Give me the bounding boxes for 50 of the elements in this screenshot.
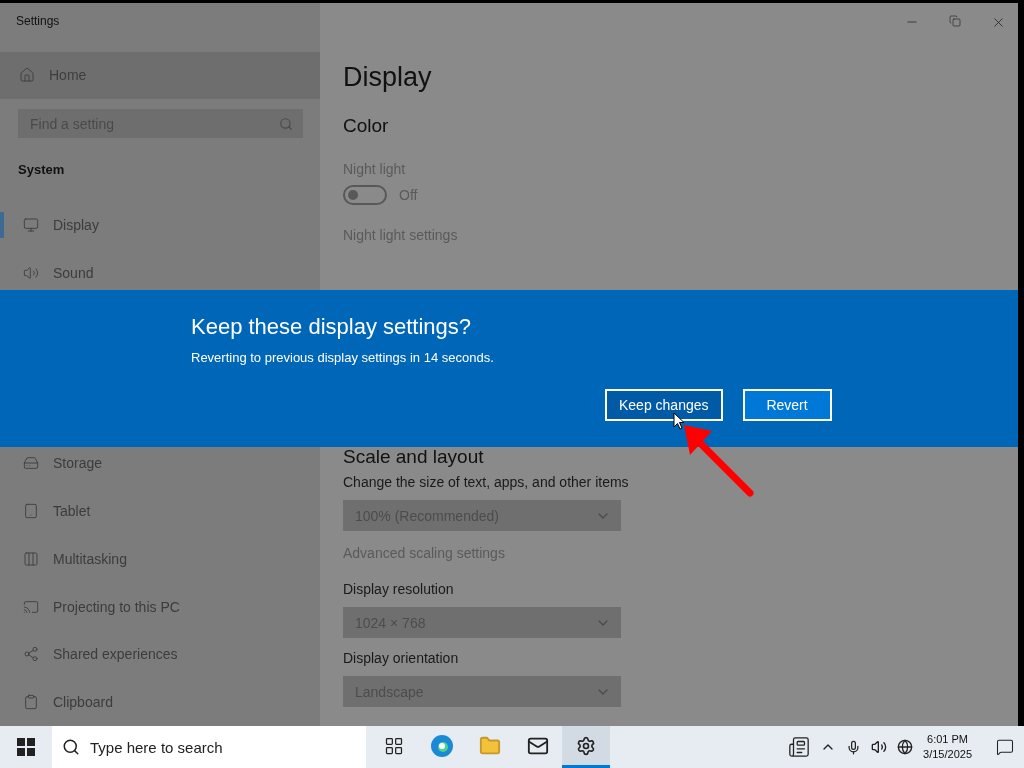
banner-button[interactable]: Keep changes bbox=[605, 389, 723, 421]
task-view-icon bbox=[384, 735, 404, 756]
item-icon bbox=[23, 694, 39, 711]
dropdown-label: Display orientation bbox=[343, 650, 460, 666]
search-icon bbox=[62, 738, 80, 756]
sidebar-item[interactable]: Projecting to this PC bbox=[0, 593, 320, 620]
home-icon bbox=[19, 67, 35, 84]
banner-title: Keep these display settings? bbox=[191, 314, 473, 340]
banner-message: Reverting to previous display settings in 14 seconds. bbox=[191, 350, 495, 365]
volume-icon[interactable] bbox=[871, 739, 888, 755]
news-icon[interactable] bbox=[788, 736, 811, 758]
notifications-icon[interactable] bbox=[996, 738, 1014, 756]
page-title: Display bbox=[343, 62, 433, 93]
clock[interactable]: 6:01 PM 3/15/2025 bbox=[923, 732, 972, 762]
dropdown-label: Change the size of text, apps, and other items bbox=[343, 474, 630, 490]
item-icon bbox=[23, 550, 39, 567]
close-icon bbox=[991, 15, 1006, 30]
windows-logo-icon bbox=[17, 738, 35, 756]
section-heading: Scale and layout bbox=[343, 446, 485, 468]
globe-icon[interactable] bbox=[897, 739, 914, 755]
section-heading: Color bbox=[343, 115, 390, 137]
item-icon bbox=[23, 646, 39, 663]
sidebar-item[interactable]: Shared experiences bbox=[0, 641, 320, 668]
taskbar-app-button[interactable] bbox=[562, 726, 610, 768]
restore-icon bbox=[949, 15, 961, 27]
sidebar-item[interactable]: Tablet bbox=[0, 498, 320, 525]
night-light-toggle[interactable] bbox=[343, 185, 387, 205]
mouse-pointer-icon bbox=[673, 412, 685, 430]
clock-time: 6:01 PM bbox=[927, 732, 968, 747]
taskbar-search-field[interactable]: Type here to search bbox=[52, 726, 366, 768]
microphone-icon[interactable] bbox=[846, 739, 862, 755]
section-heading: System bbox=[17, 160, 66, 179]
search-icon bbox=[279, 116, 293, 131]
item-icon bbox=[23, 455, 39, 472]
item-icon bbox=[23, 217, 39, 234]
banner-button[interactable]: Revert bbox=[742, 389, 832, 421]
item-icon bbox=[23, 265, 39, 282]
settings-icon bbox=[576, 735, 596, 756]
window-title: Settings bbox=[15, 13, 61, 30]
sidebar-item[interactable]: Clipboard bbox=[0, 689, 320, 716]
folder-icon bbox=[479, 734, 501, 757]
clock-date: 3/15/2025 bbox=[923, 747, 972, 762]
sidebar-item[interactable]: Multitasking bbox=[0, 546, 320, 572]
browser-icon bbox=[430, 733, 454, 758]
sidebar-item[interactable]: Sound bbox=[0, 260, 320, 286]
sidebar-item[interactable]: Storage bbox=[0, 450, 320, 477]
search-placeholder: Type here to search bbox=[90, 738, 223, 756]
item-icon bbox=[23, 503, 39, 520]
item-icon bbox=[23, 598, 39, 615]
dropdown-label: Display resolution bbox=[343, 581, 455, 597]
